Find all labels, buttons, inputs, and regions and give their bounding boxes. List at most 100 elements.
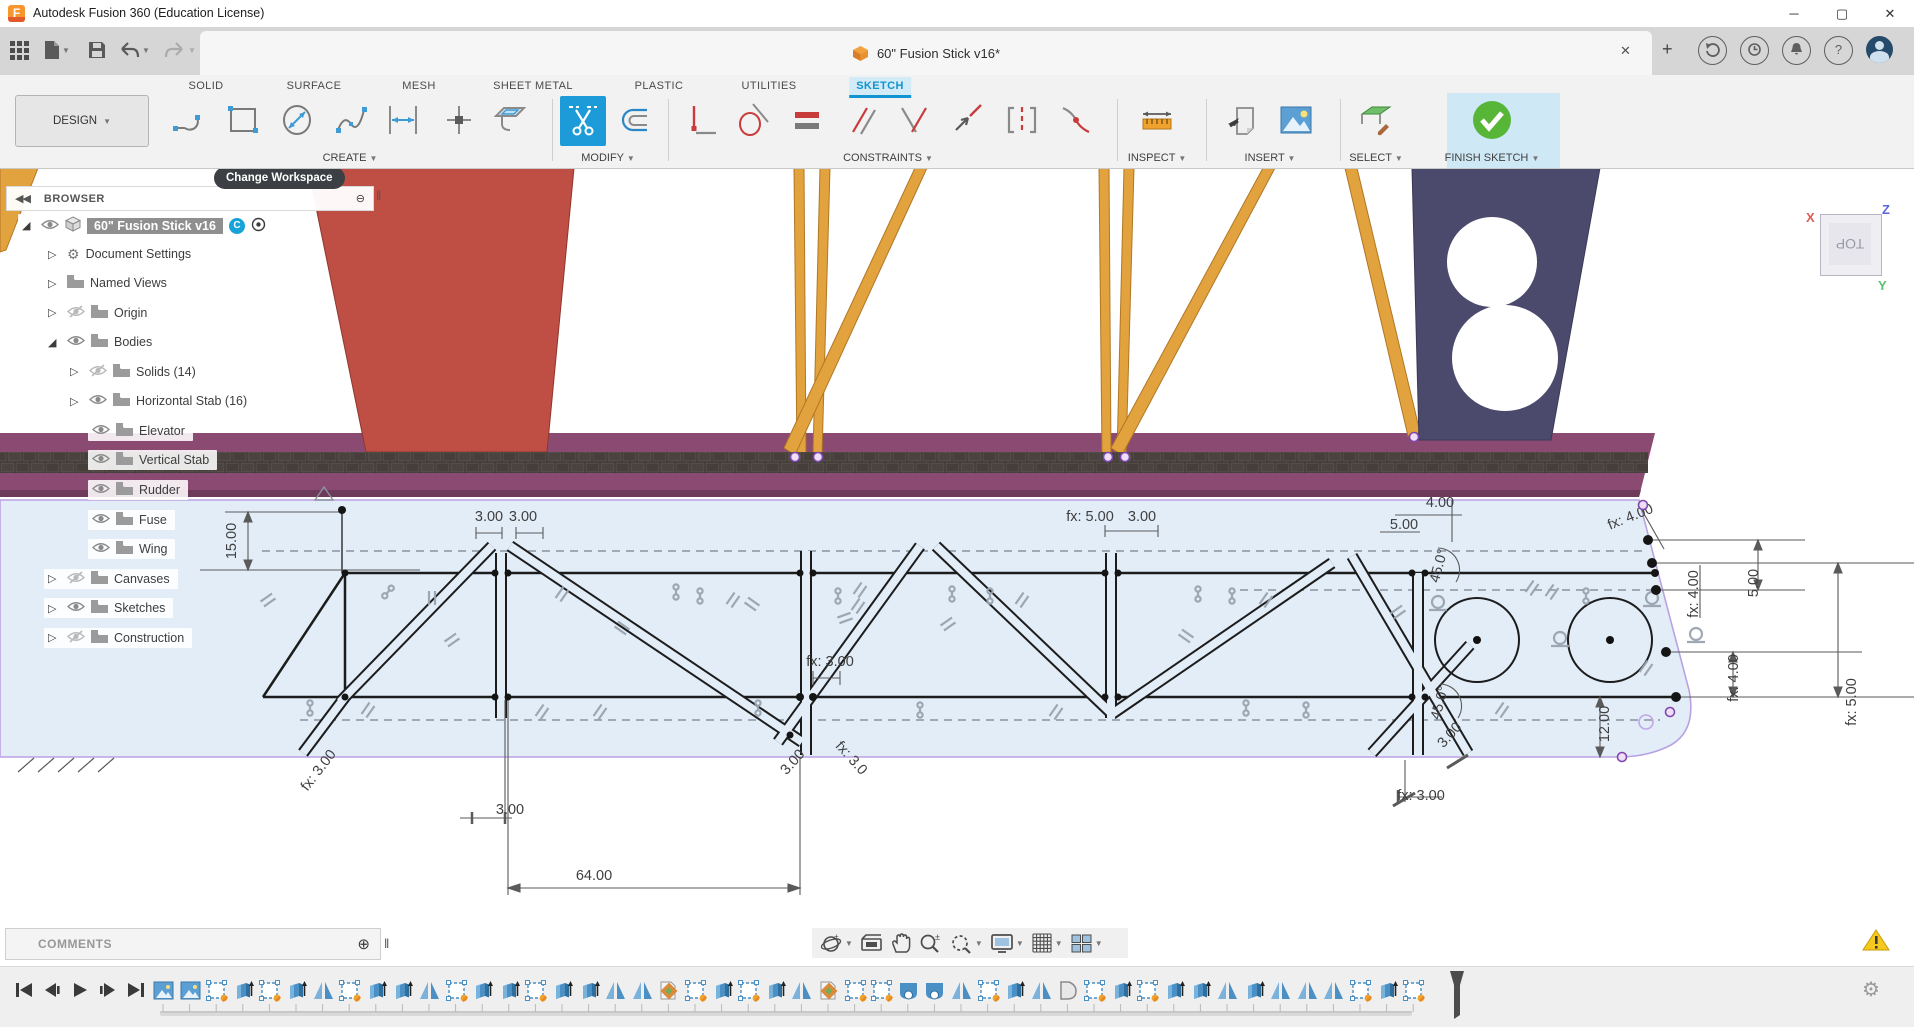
document-tab[interactable]: 60" Fusion Stick v16* bbox=[200, 31, 1652, 75]
timeline-skip-end-button[interactable] bbox=[126, 981, 148, 1001]
timeline-feature-extrude[interactable] bbox=[285, 979, 308, 1002]
zoom-icon[interactable]: ± bbox=[918, 932, 942, 954]
timeline-feature-extrude[interactable] bbox=[471, 979, 494, 1002]
timeline-settings-gear-icon[interactable]: ⚙ bbox=[1862, 977, 1880, 1002]
timeline-feature-sketch[interactable] bbox=[1083, 979, 1106, 1002]
visibility-off-icon[interactable] bbox=[67, 305, 85, 321]
symmetry-constraint-icon[interactable] bbox=[1004, 102, 1040, 138]
timeline-feature-form[interactable] bbox=[1056, 979, 1079, 1002]
expand-arrow-icon[interactable]: ▷ bbox=[70, 365, 83, 378]
tab-solid[interactable]: SOLID bbox=[181, 77, 230, 95]
visibility-off-icon[interactable] bbox=[89, 364, 107, 380]
perpendicular-constraint-icon[interactable] bbox=[896, 102, 932, 138]
group-label-finish-sketch[interactable]: FINISH SKETCH ▼ bbox=[1445, 152, 1540, 164]
timeline-feature-mirror[interactable] bbox=[1269, 979, 1292, 1002]
activate-component-icon[interactable] bbox=[251, 217, 266, 235]
browser-item-sketches[interactable]: ▷Sketches bbox=[44, 598, 173, 618]
timeline-step-forward-button[interactable] bbox=[98, 981, 120, 1001]
curvature-constraint-icon[interactable] bbox=[1058, 102, 1094, 138]
timeline-feature-mirror[interactable] bbox=[1296, 979, 1319, 1002]
browser-options-icon[interactable]: ⊖ bbox=[356, 192, 365, 205]
timeline-playhead[interactable] bbox=[1450, 971, 1464, 1019]
browser-resize-grip[interactable]: ‖ bbox=[376, 188, 381, 203]
visibility-on-icon[interactable] bbox=[92, 423, 110, 439]
expand-arrow-icon[interactable]: ▷ bbox=[48, 602, 61, 615]
browser-item-wing[interactable]: Wing bbox=[88, 539, 175, 559]
viewports-icon[interactable]: ▼ bbox=[1070, 933, 1103, 954]
timeline-step-back-button[interactable] bbox=[42, 981, 64, 1001]
timeline-feature-extrude[interactable] bbox=[498, 979, 521, 1002]
timeline-feature-sketch[interactable] bbox=[445, 979, 468, 1002]
line-tool-icon[interactable] bbox=[171, 102, 207, 138]
timeline-track[interactable] bbox=[160, 1011, 1412, 1016]
group-label-select[interactable]: SELECT ▼ bbox=[1349, 152, 1403, 164]
collapse-browser-icon[interactable]: ◀◀ bbox=[15, 192, 30, 205]
expand-arrow-icon[interactable]: ▷ bbox=[70, 395, 83, 408]
timeline-feature-sketch[interactable] bbox=[1349, 979, 1372, 1002]
browser-item-bodies[interactable]: ◢Bodies bbox=[44, 332, 160, 352]
redo-button[interactable]: ▼ bbox=[164, 37, 196, 63]
dimension-label[interactable]: fx: 3.00 bbox=[1397, 788, 1445, 804]
dimension-label[interactable]: 3.00 bbox=[475, 509, 503, 525]
body-orange-struts[interactable] bbox=[784, 168, 1420, 455]
point-tool-icon[interactable] bbox=[441, 102, 477, 138]
group-label-modify[interactable]: MODIFY ▼ bbox=[581, 152, 635, 164]
timeline-feature-extrude[interactable] bbox=[232, 979, 255, 1002]
timeline-feature-sketch[interactable] bbox=[1136, 979, 1159, 1002]
dimension-label[interactable]: 4.00 bbox=[1426, 495, 1454, 511]
expand-arrow-icon[interactable]: ▷ bbox=[48, 306, 61, 319]
tab-utilities[interactable]: UTILITIES bbox=[735, 77, 804, 95]
timeline-feature-hole[interactable] bbox=[657, 979, 680, 1002]
new-document-tab-button[interactable]: + bbox=[1662, 39, 1673, 60]
save-button[interactable] bbox=[88, 37, 106, 63]
browser-item-document-settings[interactable]: ▷⚙Document Settings bbox=[44, 244, 199, 265]
timeline-feature-mirror[interactable] bbox=[418, 979, 441, 1002]
tab-mesh[interactable]: MESH bbox=[395, 77, 442, 95]
circle-tool-icon[interactable] bbox=[279, 102, 315, 138]
display-settings-icon[interactable]: ▼ bbox=[990, 933, 1024, 954]
timeline-feature-canvas[interactable] bbox=[179, 979, 202, 1002]
tab-surface[interactable]: SURFACE bbox=[280, 77, 349, 95]
measure-tool-icon[interactable] bbox=[1139, 102, 1175, 138]
dimension-label[interactable]: fx: 3.00 bbox=[806, 654, 854, 670]
timeline-feature-extrude[interactable] bbox=[711, 979, 734, 1002]
timeline-feature-sketch[interactable] bbox=[844, 979, 867, 1002]
timeline-feature-extrude[interactable] bbox=[1163, 979, 1186, 1002]
timeline-feature-extrude[interactable] bbox=[764, 979, 787, 1002]
dimension-label[interactable]: 12.00 bbox=[1597, 706, 1613, 742]
timeline-feature-mirror[interactable] bbox=[1322, 979, 1345, 1002]
timeline-feature-extrude[interactable] bbox=[1003, 979, 1026, 1002]
finish-sketch-button[interactable] bbox=[1471, 99, 1513, 141]
viewcube-face-label[interactable]: TOP bbox=[1829, 223, 1871, 265]
timeline-feature-sketch[interactable] bbox=[737, 979, 760, 1002]
job-status-icon[interactable] bbox=[1698, 36, 1727, 65]
tab-plastic[interactable]: PLASTIC bbox=[628, 77, 691, 95]
group-label-create[interactable]: CREATE ▼ bbox=[323, 152, 378, 164]
browser-item-canvases[interactable]: ▷Canvases bbox=[44, 569, 178, 589]
insert-canvas-icon[interactable] bbox=[1278, 102, 1314, 138]
browser-item-rudder[interactable]: Rudder bbox=[88, 480, 188, 500]
parallel-constraint-icon[interactable] bbox=[845, 102, 881, 138]
group-label-constraints[interactable]: CONSTRAINTS ▼ bbox=[843, 152, 933, 164]
browser-item-solids-14[interactable]: ▷Solids (14) bbox=[66, 362, 204, 382]
browser-item-vertical-stab[interactable]: Vertical Stab bbox=[88, 450, 217, 470]
fix-constraint-icon[interactable] bbox=[950, 102, 986, 138]
look-at-icon[interactable] bbox=[860, 933, 883, 953]
orbit-icon[interactable]: +▼ bbox=[820, 932, 853, 955]
visibility-on-icon[interactable] bbox=[92, 482, 110, 498]
browser-item-elevator[interactable]: Elevator bbox=[88, 421, 193, 441]
timeline-feature-mirror[interactable] bbox=[1030, 979, 1053, 1002]
timeline-feature-extrude[interactable] bbox=[1189, 979, 1212, 1002]
spline-tool-icon[interactable] bbox=[334, 102, 370, 138]
timeline-feature-loft[interactable] bbox=[923, 979, 946, 1002]
timeline-feature-sketch[interactable] bbox=[205, 979, 228, 1002]
expand-arrow-icon[interactable]: ▷ bbox=[48, 248, 61, 261]
sketch-dimension-tool-icon[interactable] bbox=[385, 102, 421, 138]
timeline-feature-sketch[interactable] bbox=[684, 979, 707, 1002]
notifications-bell-icon[interactable] bbox=[1782, 36, 1811, 65]
timeline-feature-extrude[interactable] bbox=[1376, 979, 1399, 1002]
browser-item-60-fusion-stick-v16[interactable]: ◢60" Fusion Stick v16C bbox=[18, 214, 274, 237]
timeline-feature-extrude[interactable] bbox=[1243, 979, 1266, 1002]
dimension-label[interactable]: fx: 5.00 bbox=[1844, 678, 1860, 726]
body-blue-vertical-stab[interactable] bbox=[1412, 168, 1600, 440]
